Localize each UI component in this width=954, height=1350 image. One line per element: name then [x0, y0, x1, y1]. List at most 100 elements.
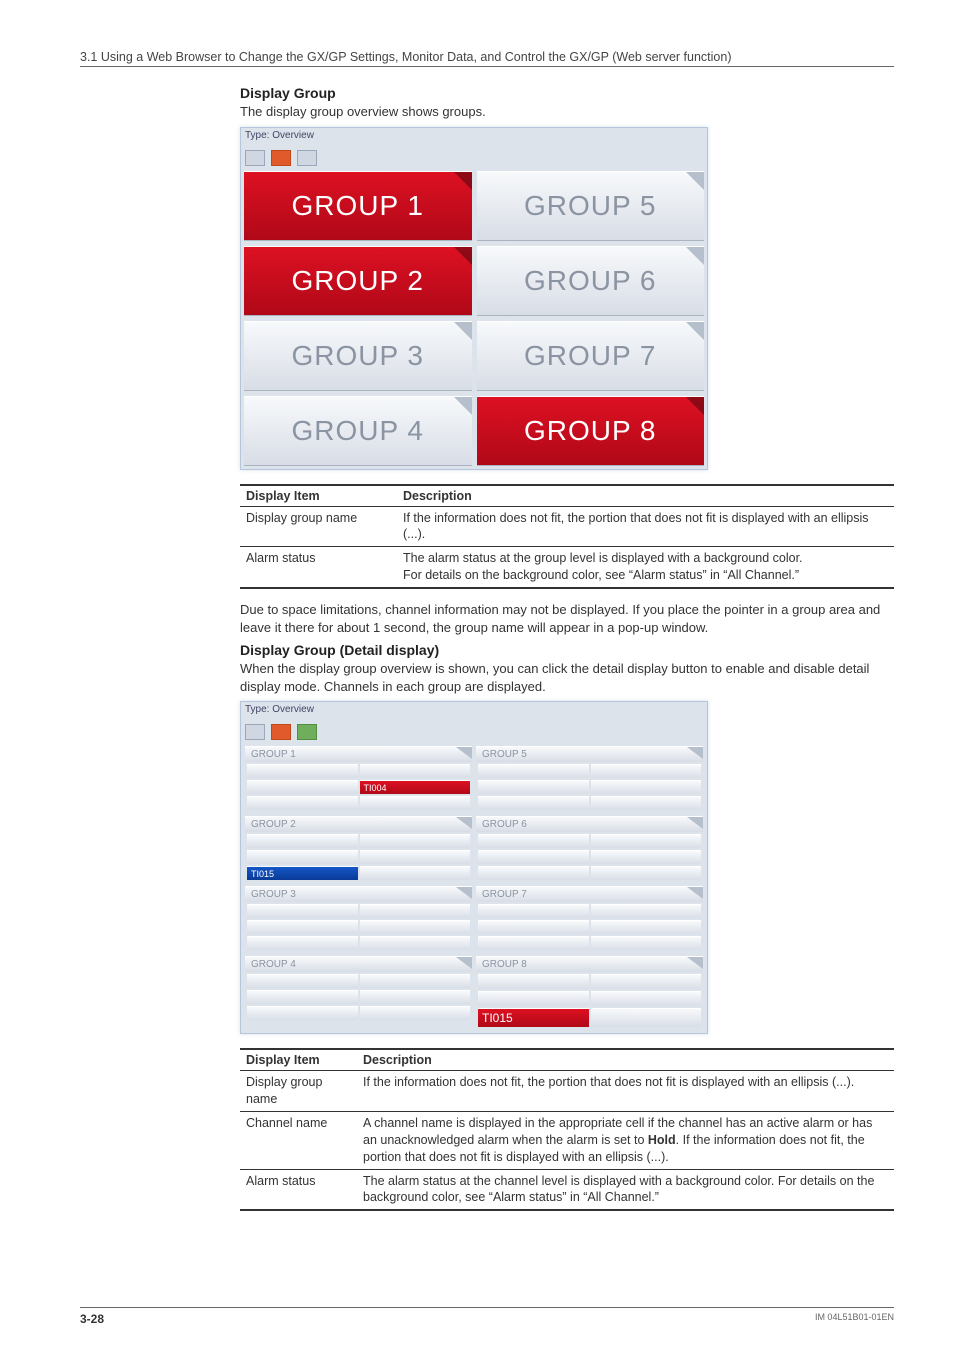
- g5-ch4: [591, 780, 702, 794]
- table-cell-desc: If the information does not fit, the por…: [357, 1071, 894, 1112]
- view-icon-2: [271, 150, 291, 166]
- group-tile: GROUP 2: [244, 246, 472, 316]
- group-tile: GROUP 5: [477, 171, 705, 241]
- s2-th-item: Display Item: [240, 1049, 357, 1071]
- s1-th-desc: Description: [397, 485, 894, 507]
- page-footer: 3-28 IM 04L51B01-01EN: [80, 1307, 894, 1326]
- g2-ch-ti015: TI015: [247, 866, 358, 880]
- g1-ch3: [247, 780, 358, 794]
- g4-ch1: [247, 974, 358, 988]
- g3-ch4: [360, 920, 471, 934]
- section1-table: Display Item Description Display group n…: [240, 484, 894, 590]
- g7-ch3: [478, 920, 589, 934]
- g3-ch1: [247, 904, 358, 918]
- g6-ch1: [478, 834, 589, 848]
- tile-fold-icon: [454, 247, 472, 265]
- g8-ch1: [478, 974, 589, 989]
- group-tile: GROUP 3: [244, 321, 472, 391]
- page-number: 3-28: [80, 1312, 104, 1326]
- g8-ch2: [591, 974, 702, 989]
- section1-note: Due to space limitations, channel inform…: [240, 601, 894, 636]
- g7-ch5: [478, 936, 589, 950]
- g8-ch6: [591, 1008, 702, 1027]
- section2-intro: When the display group overview is shown…: [240, 660, 894, 695]
- g5-ch1: [478, 764, 589, 778]
- header-link: 3.1 Using a Web Browser to Change the GX…: [80, 50, 731, 64]
- g4-ch6: [360, 1006, 471, 1020]
- g7-ch4: [591, 920, 702, 934]
- g3-ch5: [247, 936, 358, 950]
- table-cell-item: Display group name: [240, 1071, 357, 1112]
- view-icon-3: [297, 150, 317, 166]
- group-tile: GROUP 4: [244, 396, 472, 466]
- group-tile: GROUP 7: [477, 321, 705, 391]
- group-tile: GROUP 8: [477, 396, 705, 466]
- view2-icon-2: [271, 724, 291, 740]
- g5-ch3: [478, 780, 589, 794]
- g7-ch1: [478, 904, 589, 918]
- group-tile: GROUP 1: [244, 171, 472, 241]
- g1-ch2: [360, 764, 471, 778]
- g8-ch-ti015: TI015: [478, 1008, 589, 1027]
- g1-head: GROUP 1: [245, 746, 472, 762]
- g7-ch6: [591, 936, 702, 950]
- view-icon-1: [245, 150, 265, 166]
- g6-ch4: [591, 850, 702, 864]
- g1-ch6: [360, 796, 471, 810]
- g3-ch2: [360, 904, 471, 918]
- g4-ch2: [360, 974, 471, 988]
- table-cell-desc: The alarm status at the channel level is…: [357, 1169, 894, 1210]
- table-cell-item: Alarm status: [240, 1169, 357, 1210]
- g5-head: GROUP 5: [476, 746, 703, 762]
- g6-ch3: [478, 850, 589, 864]
- view2-icon-1: [245, 724, 265, 740]
- g2-ch4: [360, 850, 471, 864]
- table-cell-desc: The alarm status at the group level is d…: [397, 547, 894, 588]
- g4-ch3: [247, 990, 358, 1004]
- table-cell-item: Channel name: [240, 1111, 357, 1169]
- g1-ch5: [247, 796, 358, 810]
- g6-ch6: [591, 866, 702, 880]
- g6-head: GROUP 6: [476, 816, 703, 832]
- s2-th-desc: Description: [357, 1049, 894, 1071]
- g1-ch1: [247, 764, 358, 778]
- g3-ch6: [360, 936, 471, 950]
- g2-ch1: [247, 834, 358, 848]
- g8-head: GROUP 8: [476, 956, 703, 972]
- g3-ch3: [247, 920, 358, 934]
- g6-ch2: [591, 834, 702, 848]
- table-cell-item: Alarm status: [240, 547, 397, 588]
- shot-type-label: Type: Overview: [241, 128, 707, 150]
- g5-ch2: [591, 764, 702, 778]
- g5-ch6: [591, 796, 702, 810]
- section1-title: Display Group: [240, 85, 894, 101]
- g5-ch5: [478, 796, 589, 810]
- doc-id: IM 04L51B01-01EN: [815, 1312, 894, 1326]
- table-cell-desc: A channel name is displayed in the appro…: [357, 1111, 894, 1169]
- tile-fold-icon: [454, 172, 472, 190]
- g6-ch5: [478, 866, 589, 880]
- g4-ch4: [360, 990, 471, 1004]
- g4-head: GROUP 4: [245, 956, 472, 972]
- g8-ch3: [478, 991, 589, 1006]
- table-cell-item: Display group name: [240, 506, 397, 547]
- g1-ch-ti004: TI004: [360, 780, 471, 794]
- g2-head: GROUP 2: [245, 816, 472, 832]
- g2-ch2: [360, 834, 471, 848]
- table-cell-desc: If the information does not fit, the por…: [397, 506, 894, 547]
- shot2-type-label: Type: Overview: [241, 702, 707, 724]
- g4-ch5: [247, 1006, 358, 1020]
- overview-screenshot: Type: Overview GROUP 1GROUP 5GROUP 2GROU…: [240, 127, 708, 470]
- g3-head: GROUP 3: [245, 886, 472, 902]
- section2-table: Display Item Description Display group n…: [240, 1048, 894, 1211]
- g7-ch2: [591, 904, 702, 918]
- tile-fold-icon: [686, 397, 704, 415]
- g7-head: GROUP 7: [476, 886, 703, 902]
- section1-intro: The display group overview shows groups.: [240, 103, 894, 121]
- tile-fold-icon: [686, 247, 704, 265]
- g2-ch6: [360, 866, 471, 880]
- group-tile: GROUP 6: [477, 246, 705, 316]
- view2-icon-3: [297, 724, 317, 740]
- g2-ch3: [247, 850, 358, 864]
- tile-fold-icon: [686, 322, 704, 340]
